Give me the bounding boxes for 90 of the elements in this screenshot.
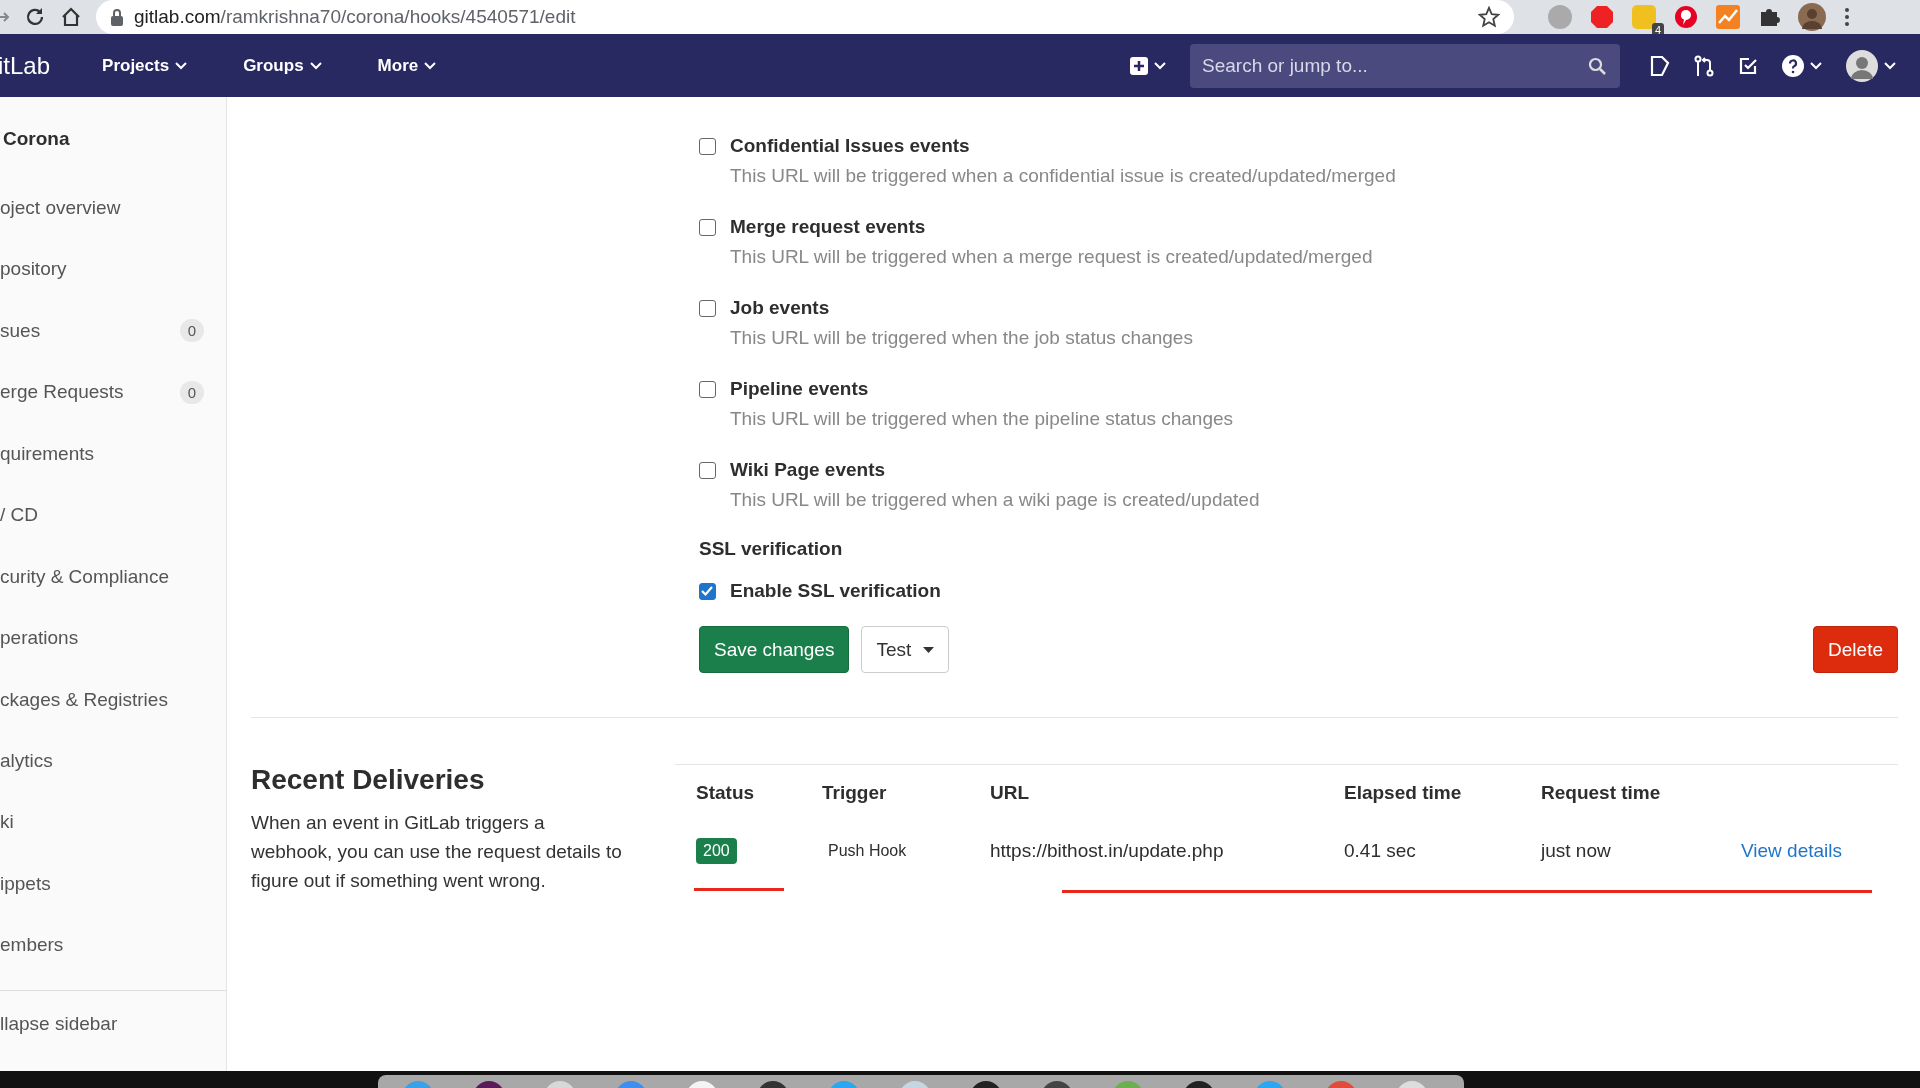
- merge-request-icon[interactable]: [1694, 54, 1714, 77]
- help-icon: [1782, 54, 1804, 77]
- app-icon[interactable]: [1183, 1081, 1215, 1088]
- app-icon[interactable]: [757, 1081, 789, 1088]
- chevron-down-icon: [1810, 61, 1822, 70]
- sidebar-item[interactable]: ippets: [0, 853, 226, 915]
- section-title: Recent Deliveries: [251, 764, 486, 796]
- trigger-description: This URL will be triggered when a wiki page is created/updated: [730, 489, 1260, 511]
- sidebar-item[interactable]: embers: [0, 914, 226, 977]
- sidebar-item[interactable]: perations: [0, 607, 226, 669]
- app-icon[interactable]: [970, 1081, 1002, 1088]
- lock-icon: [110, 8, 124, 26]
- new-menu-button[interactable]: [1130, 56, 1166, 75]
- sidebar-item[interactable]: curity & Compliance: [0, 545, 226, 608]
- trigger-description: This URL will be triggered when a confidential issue is created/updated/merged: [730, 165, 1396, 187]
- column-header: Trigger: [822, 782, 888, 804]
- delete-button[interactable]: Delete: [1813, 626, 1898, 673]
- sidebar-item[interactable]: oject overview: [0, 177, 226, 239]
- chevron-down-icon: [1154, 61, 1166, 70]
- avatar-icon: [1846, 49, 1878, 82]
- puzzle-icon[interactable]: [1758, 6, 1780, 28]
- checkbox-label: Merge request events: [730, 216, 927, 238]
- section-heading: SSL verification: [699, 538, 844, 560]
- plus-square-icon: [1130, 56, 1148, 75]
- chevron-down-icon: [309, 61, 322, 70]
- address-bar[interactable]: gitlab.com/ramkrishna70/corona/hooks/4540571/edit: [96, 0, 1514, 34]
- sidebar-item[interactable]: erge Requests 0: [0, 361, 226, 423]
- table-cell-text: Push Hook: [827, 842, 908, 860]
- checkbox[interactable]: [699, 138, 716, 155]
- search-icon: [1588, 56, 1606, 75]
- checkbox[interactable]: [699, 462, 716, 479]
- home-icon[interactable]: [60, 6, 82, 28]
- table-cell-text: https://bithost.in/update.php: [990, 840, 1225, 862]
- checkbox[interactable]: [699, 219, 716, 236]
- nav-menu[interactable]: Groups: [229, 42, 336, 89]
- checkbox-label: Job events: [730, 297, 831, 319]
- view-details-link[interactable]: View details: [1741, 840, 1898, 862]
- table-cell-text: just now: [1541, 840, 1612, 862]
- reload-icon[interactable]: [24, 6, 46, 28]
- checkbox-label: Pipeline events: [730, 378, 870, 400]
- user-menu-button[interactable]: [1846, 49, 1896, 82]
- todo-icon[interactable]: [1738, 55, 1758, 76]
- trigger-description: This URL will be triggered when the pipeline status changes: [730, 408, 1234, 430]
- pin-icon[interactable]: [1674, 5, 1698, 29]
- table-cell-text: 0.41 sec: [1344, 840, 1417, 862]
- trigger-description: This URL will be triggered when the job status changes: [730, 327, 1193, 349]
- status-badge: 200: [696, 838, 737, 864]
- column-header: URL: [990, 782, 1031, 804]
- extension-icon[interactable]: [1632, 5, 1656, 29]
- stop-sign-icon[interactable]: [1590, 5, 1614, 29]
- star-icon[interactable]: [1478, 6, 1500, 28]
- chevron-down-icon: [1884, 61, 1896, 70]
- checkbox-label: Enable SSL verification: [730, 580, 941, 602]
- checkbox[interactable]: [699, 582, 716, 600]
- sidebar-item[interactable]: alytics: [0, 730, 226, 792]
- nav-menu[interactable]: More: [363, 42, 451, 89]
- checkbox[interactable]: [699, 300, 716, 317]
- sidebar-item[interactable]: ckages & Registries: [0, 668, 226, 731]
- column-header: Elapsed time: [1344, 782, 1463, 804]
- column-header: Status: [696, 782, 756, 804]
- project-name[interactable]: Corona: [0, 97, 226, 178]
- app-icon[interactable]: [473, 1081, 505, 1088]
- sidebar-item[interactable]: ki: [0, 791, 226, 854]
- count-badge: 0: [179, 380, 204, 404]
- search-field[interactable]: Search or jump to...: [1190, 43, 1620, 88]
- app-icon[interactable]: [1041, 1081, 1073, 1088]
- trigger-description: This URL will be triggered when a merge request is created/updated/merged: [730, 246, 1373, 268]
- issues-icon[interactable]: [1650, 54, 1670, 77]
- help-button[interactable]: [1782, 54, 1822, 77]
- test-dropdown-button[interactable]: Test: [861, 626, 950, 673]
- gitlab-logo[interactable]: itLab: [0, 51, 51, 80]
- chevron-down-icon: [424, 61, 437, 70]
- checkbox-label: Wiki Page events: [730, 459, 887, 481]
- chart-icon[interactable]: [1716, 5, 1740, 29]
- sidebar-item[interactable]: quirements: [0, 422, 226, 485]
- checkbox[interactable]: [699, 381, 716, 398]
- sidebar-item[interactable]: pository: [0, 238, 226, 301]
- sidebar-item[interactable]: sues 0: [0, 300, 226, 362]
- nav-menu[interactable]: Projects: [88, 42, 202, 89]
- count-badge: 0: [179, 319, 204, 343]
- chevron-down-icon: [175, 61, 188, 70]
- save-button[interactable]: Save changes: [699, 626, 850, 673]
- url-text: gitlab.com/ramkrishna70/corona/hooks/4540571/edit: [134, 6, 576, 28]
- avatar-icon[interactable]: [1798, 3, 1826, 31]
- sidebar-item[interactable]: / CD: [0, 484, 226, 546]
- section-description: When an event in GitLab triggers a webhook, you can use the request details to figure out if something went wrong.: [251, 811, 623, 893]
- checkbox-label: Confidential Issues events: [730, 135, 971, 157]
- column-header: Request time: [1541, 782, 1662, 804]
- more-icon[interactable]: [1844, 7, 1850, 27]
- caret-icon: [923, 646, 935, 653]
